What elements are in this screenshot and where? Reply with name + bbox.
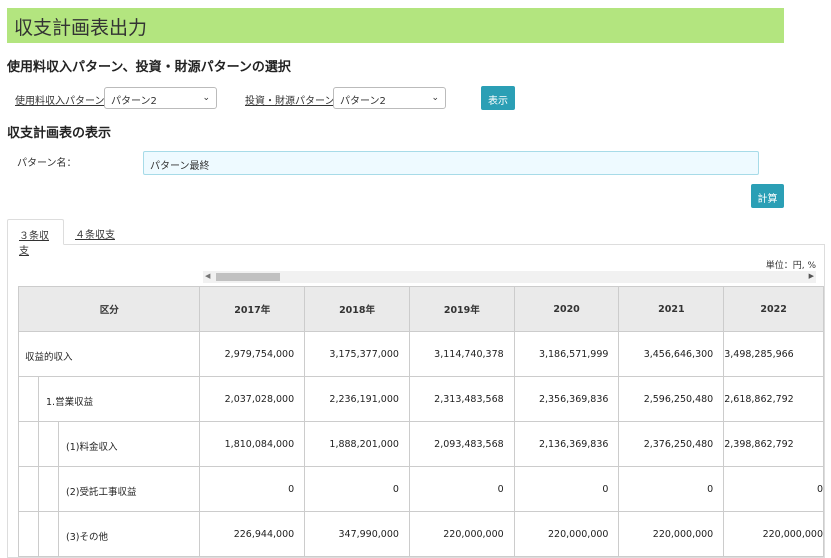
table-cell: 347,990,000 (304, 511, 410, 557)
table-cell: 3,456,646,300 (618, 331, 725, 377)
usage-pattern-value: パターン2 (111, 96, 157, 107)
chevron-down-icon: ⌄ (202, 93, 210, 103)
row-label-cell: (2)受託工事収益 (17, 466, 201, 512)
table-cell: 220,000,000 (513, 511, 620, 557)
table-cell: 2,236,191,000 (304, 376, 410, 422)
table-cell: 2,376,250,480 (618, 421, 725, 467)
table-cell: 220,000,000 (723, 511, 824, 557)
column-header: 2020 (513, 286, 620, 332)
column-header: 2018年 (304, 286, 410, 332)
table-cell: 0 (513, 466, 620, 512)
row-label-cell: (1)料金収入 (17, 421, 201, 467)
tab-bar: ３条収支 ４条収支 (7, 219, 825, 257)
table-cell: 2,136,369,836 (513, 421, 620, 467)
column-header: 区分 (17, 286, 201, 332)
row-label-cell: 収益的収入 (17, 331, 201, 377)
plan-table: 区分 2017年 2018年 2019年 2020 2021 2022 収益的収… (17, 286, 824, 557)
column-header: 2019年 (408, 286, 515, 332)
tab-panel: 単位：円, % ◀ ▶ 区分 2017年 2018年 2019年 2020 20… (7, 244, 825, 558)
table-cell: 0 (723, 466, 824, 512)
row-label-cell: 1.営業収益 (17, 376, 201, 422)
row-label: 1.営業収益 (46, 397, 94, 408)
table-cell: 2,398,862,792 (723, 421, 824, 467)
table-cell: 2,618,862,792 (723, 376, 824, 422)
column-header: 2022 (723, 286, 824, 332)
table-row: 収益的収入 2,979,754,000 3,175,377,000 3,114,… (17, 331, 824, 377)
scroll-right-icon[interactable]: ▶ (809, 272, 814, 280)
table-cell: 2,596,250,480 (618, 376, 725, 422)
tab-4jo-shushi[interactable]: ４条収支 (64, 219, 126, 245)
usage-pattern-select[interactable]: パターン2 ⌄ (104, 87, 217, 109)
tab-4jo-label: ４条収支 (75, 230, 115, 241)
indent-line (58, 467, 59, 511)
invest-pattern-value: パターン2 (340, 96, 386, 107)
table-cell: 226,944,000 (199, 511, 306, 557)
row-label: 収益的収入 (25, 352, 73, 363)
table-cell: 0 (304, 466, 410, 512)
indent-line (38, 467, 39, 511)
indent-line (58, 512, 59, 556)
pattern-name-input[interactable]: パターン最終 (143, 151, 759, 175)
table-cell: 2,037,028,000 (199, 376, 306, 422)
plan-heading: 収支計画表の表示 (7, 126, 112, 141)
table-row: 1.営業収益 2,037,028,000 2,236,191,000 2,313… (17, 376, 824, 422)
table-cell: 1,810,084,000 (199, 421, 306, 467)
indent-line (38, 377, 39, 421)
table-cell: 2,313,483,568 (408, 376, 515, 422)
usage-pattern-label: 使用料収入パターン (15, 96, 105, 107)
scrollbar-thumb[interactable] (216, 273, 280, 281)
horizontal-scrollbar[interactable]: ◀ ▶ (203, 271, 816, 283)
row-label: (3)その他 (66, 532, 108, 543)
pattern-name-label: パターン名： (17, 158, 77, 169)
column-header: 2017年 (199, 286, 306, 332)
table-row: (2)受託工事収益 0 0 0 0 0 0 (17, 466, 824, 512)
chevron-down-icon: ⌄ (431, 93, 439, 103)
table-cell: 0 (408, 466, 515, 512)
invest-pattern-label: 投資・財源パターン (245, 96, 335, 107)
table-cell: 220,000,000 (618, 511, 725, 557)
scroll-left-icon[interactable]: ◀ (205, 272, 210, 280)
table-cell: 1,888,201,000 (304, 421, 410, 467)
table-header-row: 区分 2017年 2018年 2019年 2020 2021 2022 (17, 286, 824, 332)
table-cell: 2,979,754,000 (199, 331, 306, 377)
table-cell: 2,093,483,568 (408, 421, 515, 467)
row-label: (2)受託工事収益 (66, 487, 137, 498)
unit-label: 単位：円, % (765, 261, 816, 271)
indent-line (38, 512, 39, 556)
table-cell: 220,000,000 (408, 511, 515, 557)
table-cell: 3,114,740,378 (408, 331, 515, 377)
table-cell: 0 (199, 466, 306, 512)
page-title-bar: 収支計画表出力 (7, 8, 784, 43)
indent-line (58, 422, 59, 466)
table-cell: 3,175,377,000 (304, 331, 410, 377)
table-cell: 3,186,571,999 (513, 331, 620, 377)
table-row: (1)料金収入 1,810,084,000 1,888,201,000 2,09… (17, 421, 824, 467)
table-cell: 2,356,369,836 (513, 376, 620, 422)
column-header: 2021 (618, 286, 725, 332)
indent-line (38, 422, 39, 466)
show-button[interactable]: 表示 (481, 86, 515, 110)
table-cell: 3,498,285,966 (723, 331, 824, 377)
invest-pattern-select[interactable]: パターン2 ⌄ (333, 87, 446, 109)
row-label-cell: (3)その他 (17, 511, 201, 557)
tab-3jo-shushi[interactable]: ３条収支 (7, 219, 64, 257)
table-row: (3)その他 226,944,000 347,990,000 220,000,0… (17, 511, 824, 557)
calc-button[interactable]: 計算 (751, 184, 784, 208)
row-label: (1)料金収入 (66, 442, 118, 453)
selection-heading: 使用料収入パターン、投資・財源パターンの選択 (7, 60, 291, 75)
table-cell: 0 (618, 466, 725, 512)
page-title: 収支計画表出力 (14, 17, 148, 39)
